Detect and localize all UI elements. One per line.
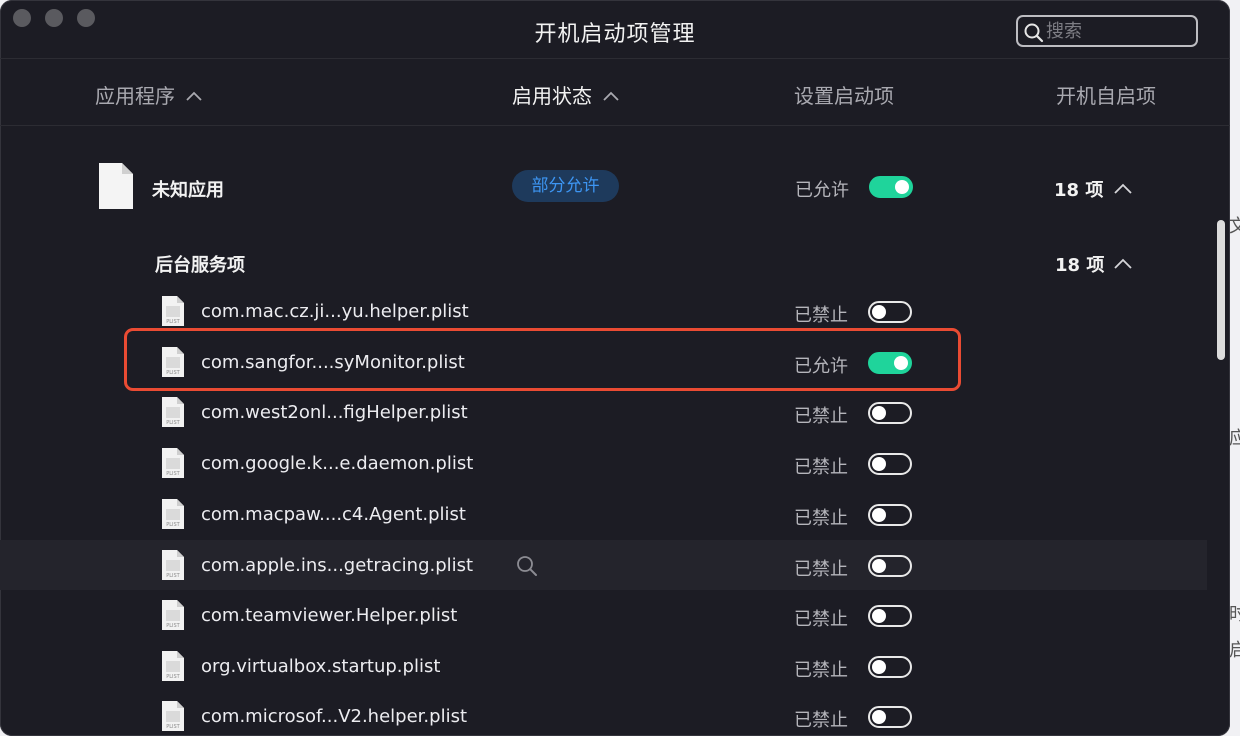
item-toggle[interactable] [868,656,912,678]
item-toggle[interactable] [868,402,912,424]
plist-file-icon: PLIST [161,650,185,686]
column-header-app-label: 应用程序 [95,84,175,108]
file-name: com.teamviewer.Helper.plist [201,605,458,626]
svg-text:PLIST: PLIST [166,370,180,376]
background-text-fragment: 时 [1229,604,1240,625]
svg-text:PLIST: PLIST [166,471,180,477]
item-toggle[interactable] [868,352,912,374]
plist-file-icon: PLIST [161,549,185,585]
item-toggle[interactable] [868,706,912,728]
plist-file-icon: PLIST [161,295,185,331]
search-icon [1024,23,1044,47]
item-status: 已禁止 [794,609,848,630]
column-header-boot-label: 开机自启项 [1056,84,1156,108]
sort-chevron-up-icon [185,83,203,107]
item-status: 已禁止 [794,660,848,681]
column-header-boot[interactable]: 开机自启项 [1056,80,1156,109]
plist-file-icon: PLIST [161,396,185,432]
file-name: com.google.k...e.daemon.plist [201,453,474,474]
background-text-fragment: 启 [1229,640,1240,661]
startup-manager-window: 开机启动项管理 应用程序 启用状态 设置启动项 开机自启项 未知应用 部分允许 … [0,0,1230,736]
file-name: com.apple.ins...getracing.plist [201,555,474,576]
plist-file-icon: PLIST [161,346,185,382]
vertical-scrollbar[interactable] [1217,220,1225,360]
plist-file-icon: PLIST [161,447,185,483]
app-group-toggle[interactable] [869,176,913,198]
svg-text:PLIST: PLIST [166,319,180,325]
item-toggle[interactable] [868,605,912,627]
title-bar: 开机启动项管理 [0,0,1230,59]
item-status: 已允许 [794,356,848,377]
column-header-app[interactable]: 应用程序 [95,80,203,109]
item-status: 已禁止 [794,710,848,731]
svg-text:PLIST: PLIST [166,674,180,680]
svg-text:PLIST: PLIST [166,724,180,730]
collapse-chevron-up-icon[interactable] [1113,255,1133,274]
file-name: com.sangfor....syMonitor.plist [201,352,465,373]
item-toggle[interactable] [868,453,912,475]
file-name: com.macpaw....c4.Agent.plist [201,504,466,525]
app-group-name: 未知应用 [152,180,224,201]
file-name: com.west2onl...figHelper.plist [201,402,468,423]
sort-chevron-up-icon [602,83,620,107]
search-box[interactable] [1016,15,1198,47]
column-header-status-label: 启用状态 [512,84,592,108]
plist-file-icon: PLIST [161,498,185,534]
background-text-fragment: 应 [1229,428,1240,449]
item-status: 已禁止 [794,559,848,580]
file-name: com.microsof...V2.helper.plist [201,706,468,727]
file-name: org.virtualbox.startup.plist [201,656,441,677]
item-status: 已禁止 [794,406,848,427]
partial-allowed-badge: 部分允许 [512,170,619,202]
item-status: 已禁止 [794,305,848,326]
header-divider [0,125,1230,126]
plist-file-icon: PLIST [161,700,185,736]
svg-text:PLIST: PLIST [166,623,180,629]
svg-text:PLIST: PLIST [166,573,180,579]
collapse-chevron-up-icon[interactable] [1113,180,1133,199]
reveal-in-finder-search-icon[interactable] [516,555,538,581]
item-status: 已禁止 [794,457,848,478]
item-toggle[interactable] [868,504,912,526]
section-title: 后台服务项 [155,255,245,276]
item-toggle[interactable] [868,301,912,323]
item-status: 已禁止 [794,508,848,529]
file-name: com.mac.cz.ji...yu.helper.plist [201,301,469,322]
svg-text:PLIST: PLIST [166,522,180,528]
column-header-setting-label: 设置启动项 [794,84,894,108]
plist-file-icon: PLIST [161,599,185,635]
search-input[interactable] [1046,19,1192,43]
app-group-status: 已允许 [795,180,849,201]
svg-text:PLIST: PLIST [166,420,180,426]
document-icon [98,162,134,214]
column-header-setting[interactable]: 设置启动项 [794,80,894,109]
app-group-count: 18 项 [1054,180,1104,201]
section-count: 18 项 [1055,255,1105,276]
column-header-status[interactable]: 启用状态 [512,80,620,109]
item-toggle[interactable] [868,555,912,577]
background-text-fragment: 文 [1229,216,1240,237]
